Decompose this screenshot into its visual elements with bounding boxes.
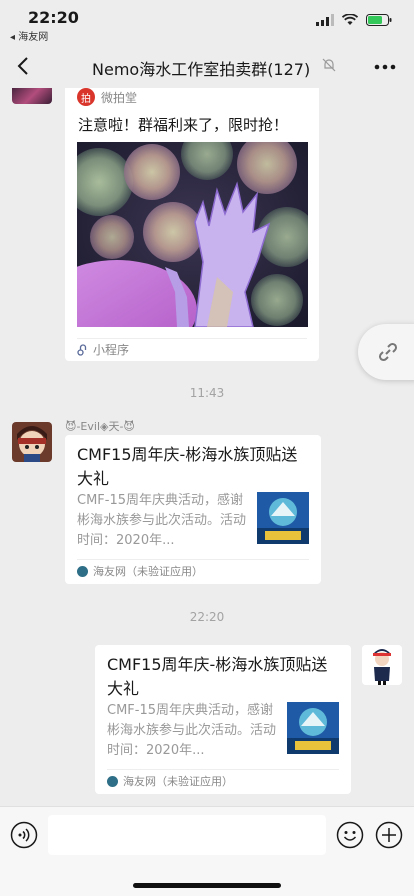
timestamp: 22:20 [189, 610, 225, 624]
emoji-icon[interactable] [336, 821, 364, 849]
link-card-footer: 海友网（未验证应用） [107, 773, 233, 789]
divider [107, 769, 339, 770]
avatar[interactable] [12, 88, 52, 104]
link-card-thumbnail [287, 702, 339, 754]
link-card-thumbnail [257, 492, 309, 544]
link-card-description: CMF-15周年庆典活动，感谢彬海水族参与此次活动。活动时间：2020年... [107, 703, 277, 758]
haiyouwang-app-icon [77, 565, 88, 577]
mini-program-footer: 小程序 [77, 341, 129, 358]
mini-program-footer-label: 小程序 [93, 343, 130, 357]
divider [77, 338, 307, 339]
voice-input-icon[interactable] [10, 821, 38, 849]
home-indicator [133, 883, 281, 888]
link-card-source: 海友网（未验证应用） [93, 565, 203, 578]
plus-icon[interactable] [375, 821, 403, 849]
coral-image [77, 142, 308, 327]
link-card-title: CMF15周年庆-彬海水族顶贴送大礼 [107, 655, 328, 698]
chat-messages: 拍 微拍堂 注意啦！群福利来了，限时抢！ 小程序 11:43 😈-Evil◈天-… [0, 88, 414, 806]
floating-link-button[interactable] [358, 324, 414, 380]
mini-program-link-icon [77, 343, 87, 356]
battery-icon [366, 14, 392, 26]
link-card-source: 海友网（未验证应用） [123, 775, 233, 788]
mini-program-card[interactable]: 拍 微拍堂 注意啦！群福利来了，限时抢！ 小程序 [65, 88, 319, 361]
chat-nav-bar: Nemo海水工作室拍卖群(127) [0, 44, 414, 88]
back-chevron-icon[interactable] [12, 54, 36, 78]
message-input[interactable] [48, 815, 326, 855]
input-bar [0, 806, 414, 896]
link-icon [378, 342, 398, 362]
timestamp: 11:43 [189, 386, 225, 400]
my-avatar[interactable] [362, 645, 402, 685]
mute-bell-icon [322, 58, 336, 72]
mini-program-text: 注意啦！群福利来了，限时抢！ [78, 116, 289, 134]
link-card-footer: 海友网（未验证应用） [77, 563, 203, 579]
divider [77, 559, 309, 560]
link-card[interactable]: CMF15周年庆-彬海水族顶贴送大礼 CMF-15周年庆典活动，感谢彬海水族参与… [95, 645, 351, 794]
mini-program-source: 微拍堂 [101, 90, 138, 105]
more-icon[interactable] [374, 64, 396, 70]
link-card-description: CMF-15周年庆典活动，感谢彬海水族参与此次活动。活动时间：2020年... [77, 493, 247, 548]
back-to-app-link[interactable]: ◂ 海友网 [10, 28, 48, 43]
status-icons [316, 14, 392, 26]
mini-program-header: 拍 微拍堂 [77, 88, 137, 106]
sender-name: 😈-Evil◈天-😈 [65, 420, 135, 433]
link-card-title: CMF15周年庆-彬海水族顶贴送大礼 [77, 445, 298, 488]
link-card[interactable]: CMF15周年庆-彬海水族顶贴送大礼 CMF-15周年庆典活动，感谢彬海水族参与… [65, 435, 321, 584]
status-bar: 22:20 ◂ 海友网 [0, 0, 414, 44]
status-time: 22:20 [28, 8, 79, 27]
haiyouwang-app-icon [107, 775, 118, 787]
chat-title: Nemo海水工作室拍卖群(127) [92, 60, 311, 79]
weipaitang-logo-icon: 拍 [77, 88, 95, 106]
signal-icon [316, 14, 334, 26]
wifi-icon [342, 14, 358, 25]
sender-avatar[interactable] [12, 422, 52, 462]
